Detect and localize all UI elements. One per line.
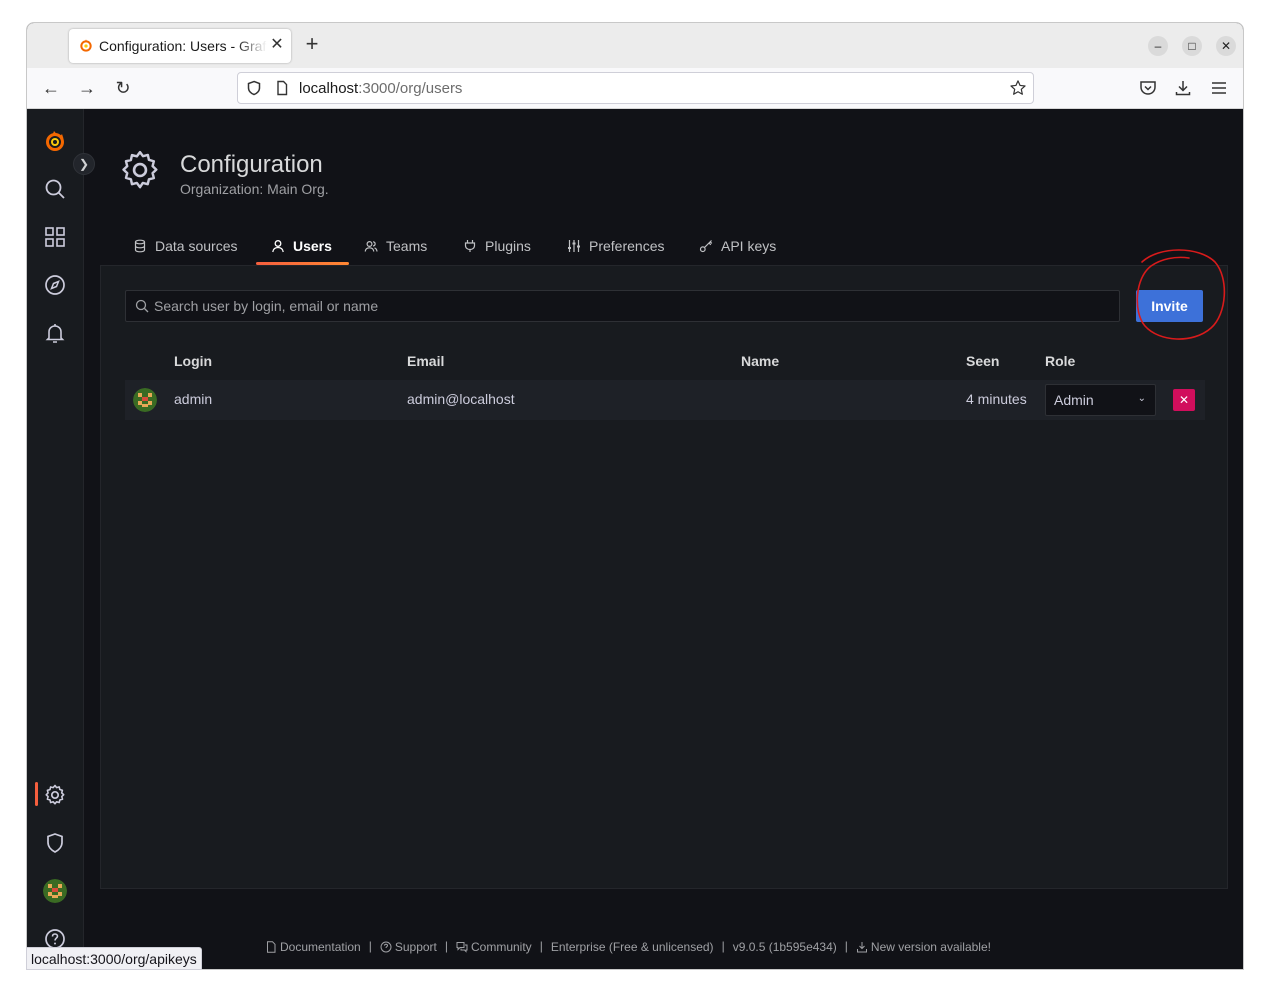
address-bar[interactable]: localhost:3000/org/users [237,72,1034,104]
forward-icon[interactable]: → [75,76,99,100]
downloads-icon[interactable] [1174,79,1192,97]
invite-button[interactable]: Invite [1136,290,1203,322]
footer-support-link[interactable]: Support [380,940,437,954]
user-search-box[interactable] [125,290,1120,322]
role-value: Admin [1054,392,1094,408]
bookmark-star-icon[interactable] [1009,79,1027,97]
dashboards-icon[interactable] [43,225,67,249]
grafana-favicon-icon [80,39,92,52]
tab-label: Data sources [155,238,238,254]
active-indicator [35,782,38,806]
tab-label: Preferences [589,238,665,254]
chevron-down-icon: ⌄ [1137,393,1146,404]
user-login[interactable]: admin [174,391,212,407]
configuration-gear-icon[interactable] [43,783,67,807]
footer-documentation-link[interactable]: Documentation [265,940,361,954]
tab-close-icon[interactable]: ✕ [268,36,286,54]
search-icon[interactable] [43,177,67,201]
tab-label: API keys [721,238,777,254]
delete-user-button[interactable]: ✕ [1173,389,1195,411]
footer-new-version-link[interactable]: New version available! [856,940,991,954]
browser-tab[interactable]: Configuration: Users - Grafana ✕ [69,29,291,63]
search-icon [135,299,149,313]
table-row[interactable]: admin admin@localhost 4 minutes Admin ⌄ … [125,380,1205,420]
reload-icon[interactable]: ↻ [111,76,135,100]
tab-label: Teams [386,238,428,254]
footer-support-label: Support [394,939,437,954]
url-text[interactable]: localhost:3000/org/users [299,80,462,97]
expand-menu-chevron-icon[interactable]: ❯ [73,153,95,175]
minimize-icon[interactable]: – [1148,36,1168,56]
footer-community-label: Community [471,939,532,954]
tab-title: Configuration: Users - Grafana [99,38,267,54]
footer: Documentation | Support | Community | Ent… [265,939,991,955]
maximize-icon[interactable]: □ [1182,36,1202,56]
profile-avatar-icon[interactable] [43,879,67,903]
tab-label: Plugins [485,238,531,254]
configuration-header-gear-icon [122,150,158,189]
grafana-logo-icon[interactable] [43,129,67,153]
page-title: Configuration [180,151,323,178]
explore-compass-icon[interactable] [43,273,67,297]
footer-documentation-label: Documentation [280,939,361,954]
question-circle-icon [380,941,392,953]
page-subtitle: Organization: Main Org. [180,181,329,197]
sliders-icon [568,240,580,252]
user-email[interactable]: admin@localhost [407,391,515,407]
footer-new-version-label: New version available! [870,939,991,954]
shield-icon[interactable] [246,80,262,96]
menu-icon[interactable] [1210,79,1228,97]
browser-tabbar: Configuration: Users - Grafana ✕ + – □ ✕ [27,23,1243,68]
footer-version: v9.0.5 (1b595e434) [732,939,837,954]
new-tab-icon[interactable]: + [301,33,323,56]
side-menu [27,109,84,969]
column-header-login[interactable]: Login [174,353,212,369]
user-search-input[interactable] [154,291,1114,321]
comments-icon [456,941,468,953]
user-icon [272,240,284,253]
browser-window: Configuration: Users - Grafana ✕ + – □ ✕… [26,22,1244,970]
column-header-email[interactable]: Email [407,353,444,369]
user-avatar [133,388,157,412]
plug-icon [464,240,476,252]
role-select[interactable]: Admin ⌄ [1045,384,1156,416]
back-icon[interactable]: ← [39,76,63,100]
link-status-bar: localhost:3000/org/apikeys [26,947,202,970]
tab-label: Users [293,238,332,254]
database-icon [134,239,146,253]
key-icon [699,240,713,253]
grafana-app: ❯ Configuration Organization: Main Org. … [27,109,1243,969]
pocket-icon[interactable] [1139,79,1157,97]
footer-community-link[interactable]: Community [456,940,532,954]
column-header-role[interactable]: Role [1045,353,1075,369]
column-header-seen[interactable]: Seen [966,353,999,369]
document-icon [267,941,276,953]
user-seen: 4 minutes [966,391,1027,407]
users-panel: Invite Login Email Name Seen Role admin … [100,249,1228,889]
close-window-icon[interactable]: ✕ [1216,36,1236,56]
server-admin-shield-icon[interactable] [43,831,67,855]
column-header-name[interactable]: Name [741,353,779,369]
page-icon [277,80,288,96]
alerting-bell-icon[interactable] [43,321,67,345]
users-icon [364,240,378,252]
download-icon [856,941,867,953]
footer-edition: Enterprise (Free & unlicensed) [550,939,714,954]
browser-navbar: ← → ↻ localhost:3000/org/users [27,68,1243,109]
